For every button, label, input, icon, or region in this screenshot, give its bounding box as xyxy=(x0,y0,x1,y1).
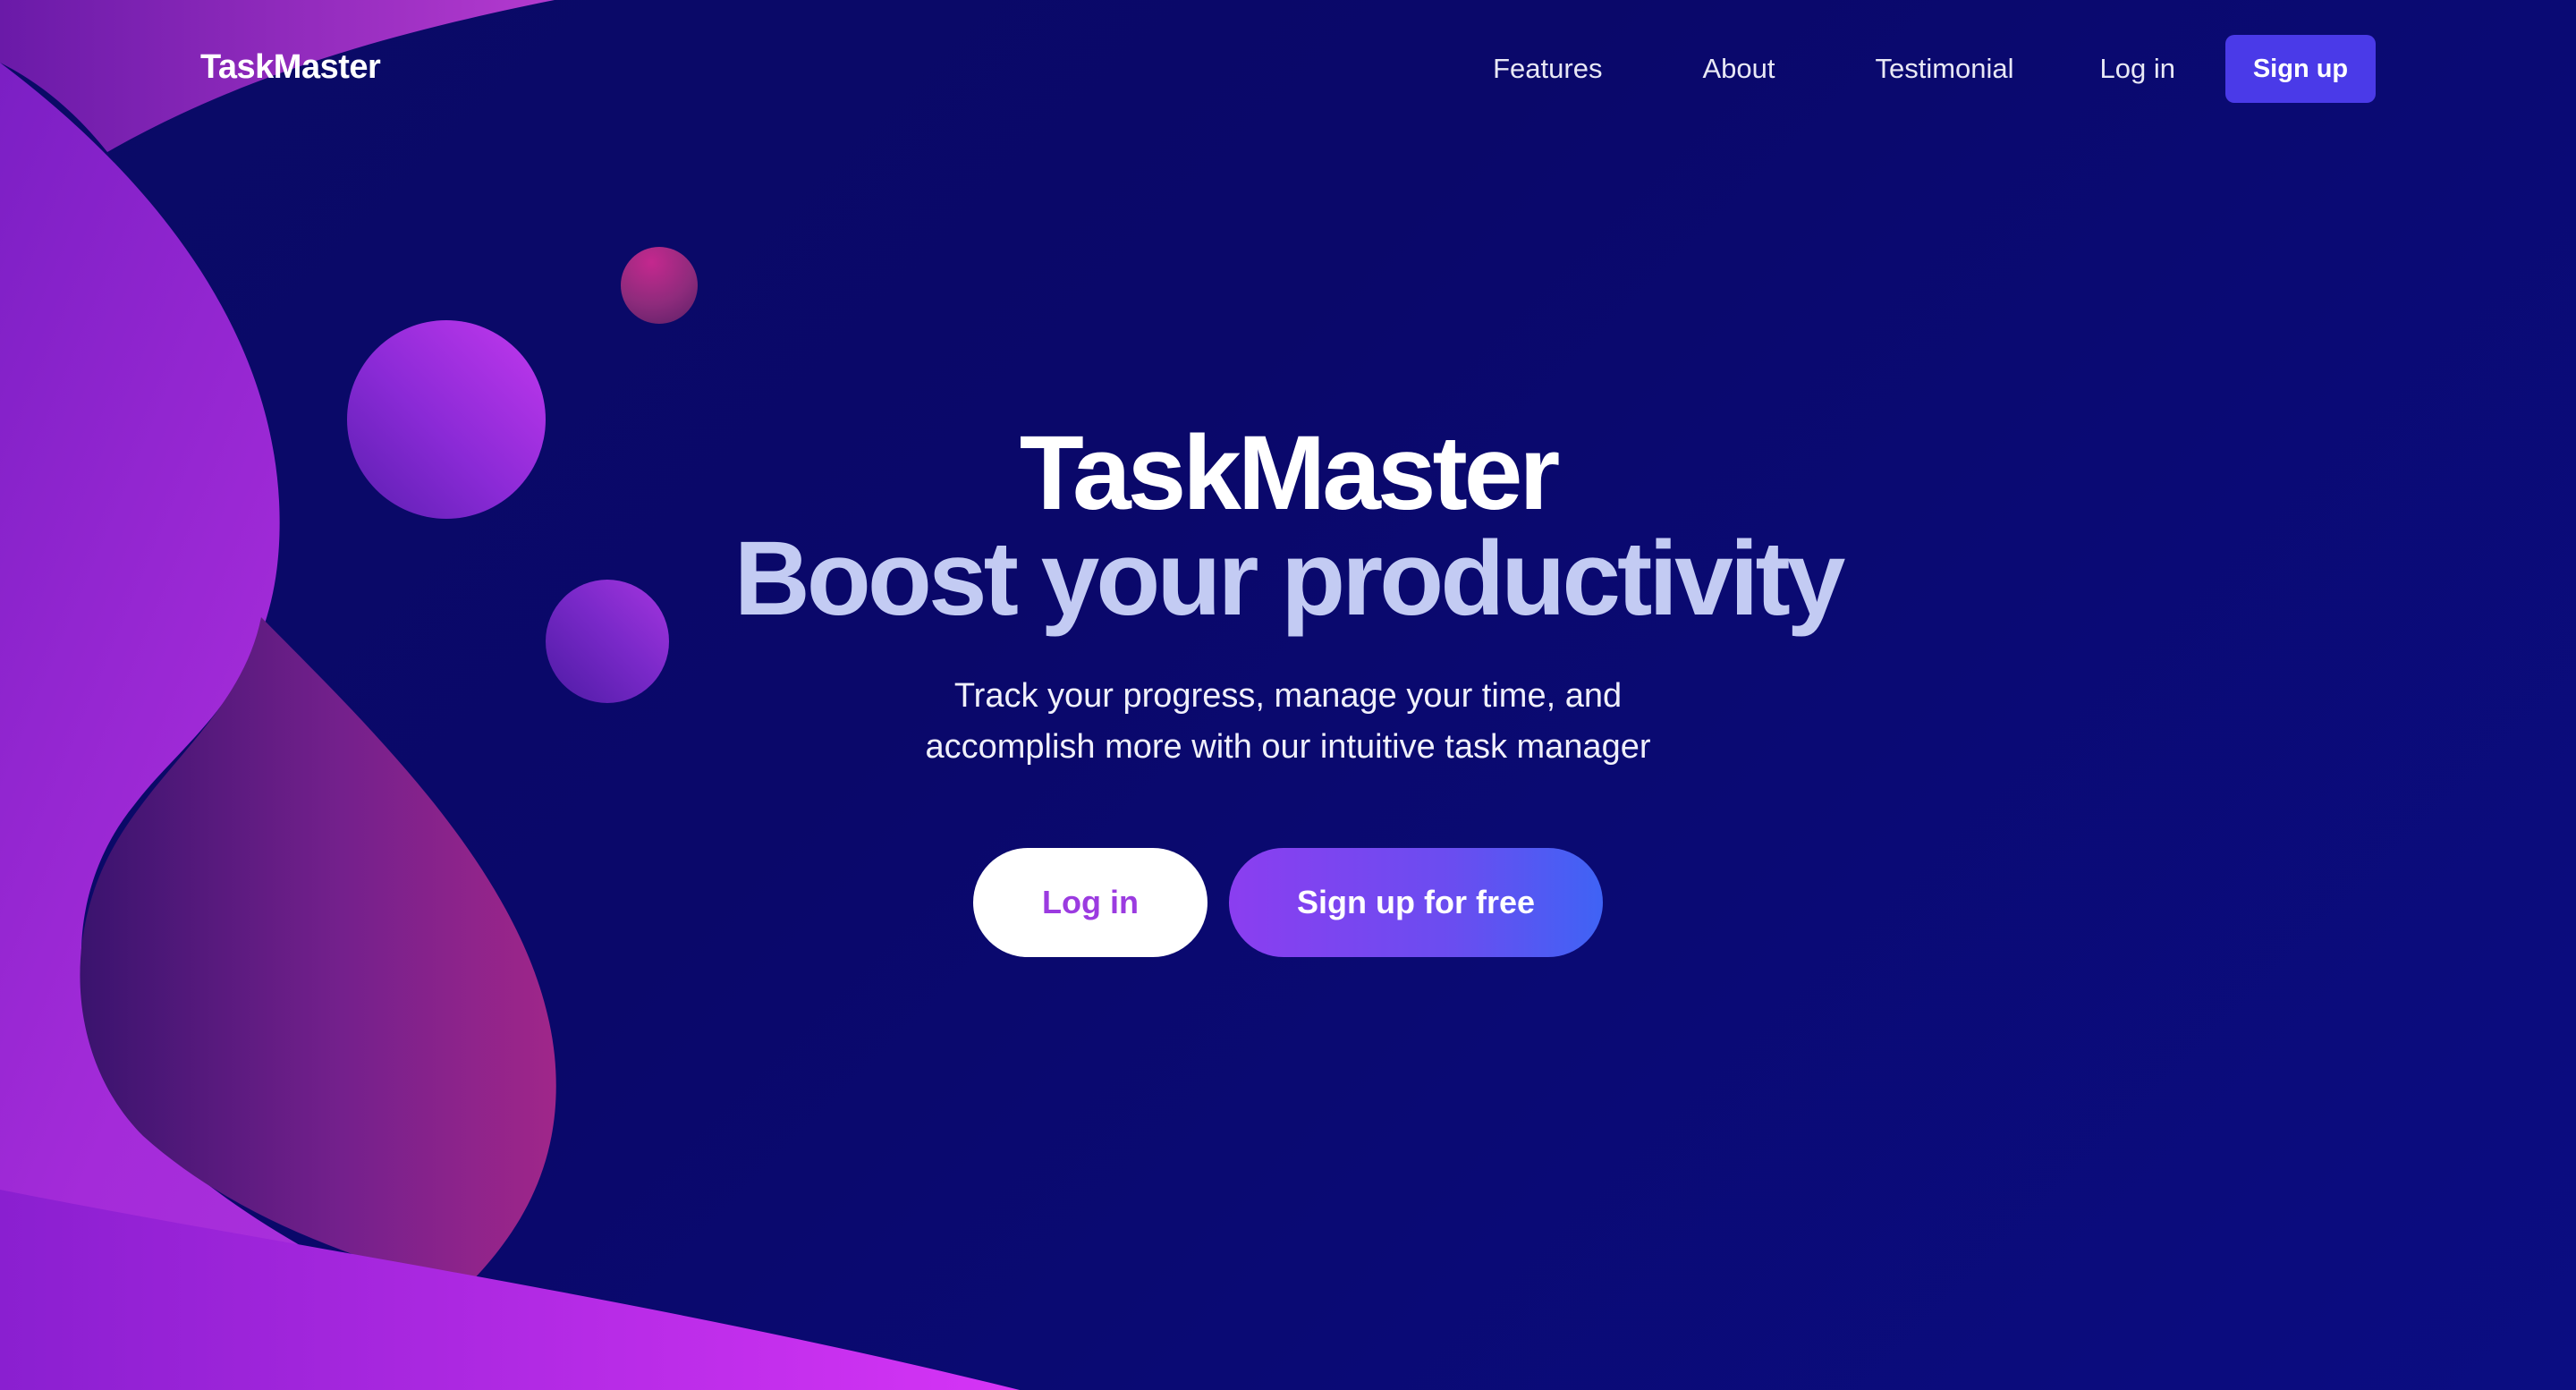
nav-links: Features About Testimonial Log in Sign u… xyxy=(1493,34,2376,104)
nav-link-login[interactable]: Log in xyxy=(2100,53,2175,85)
nav-link-about[interactable]: About xyxy=(1702,53,1775,85)
hero-title: TaskMaster xyxy=(1019,414,1561,532)
hero-actions: Log in Sign up for free xyxy=(0,848,2576,957)
hero-login-button[interactable]: Log in xyxy=(973,848,1208,957)
hero-signup-button[interactable]: Sign up for free xyxy=(1229,848,1603,957)
brand-logo[interactable]: TaskMaster xyxy=(200,48,381,87)
nav-link-features[interactable]: Features xyxy=(1493,53,1602,85)
hero-subtitle: Boost your productivity xyxy=(733,520,1846,638)
landing-page: TaskMaster Features About Testimonial Lo… xyxy=(0,0,2576,1390)
hero-description: Track your progress, manage your time, a… xyxy=(925,677,1651,766)
top-navbar: TaskMaster Features About Testimonial Lo… xyxy=(0,0,2576,140)
nav-link-testimonial[interactable]: Testimonial xyxy=(1875,53,2013,85)
nav-signup-button[interactable]: Sign up xyxy=(2225,35,2376,103)
hero-section: TaskMaster Boost your productivity Track… xyxy=(0,420,2576,957)
decorative-orb-small xyxy=(621,247,698,324)
